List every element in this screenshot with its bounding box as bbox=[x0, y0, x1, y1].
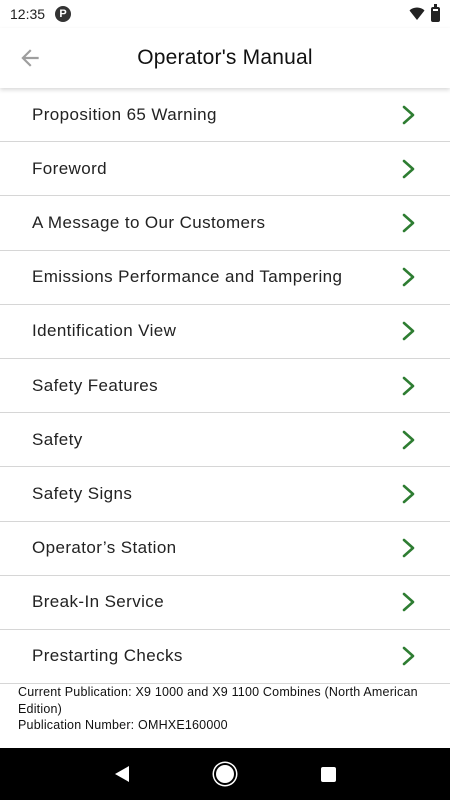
status-bar: 12:35 P bbox=[0, 0, 450, 28]
menu-item-label: Foreword bbox=[32, 158, 108, 178]
notification-app-icon: P bbox=[55, 6, 72, 22]
menu-item[interactable]: Operator’s Station bbox=[0, 521, 450, 576]
current-publication: Current Publication: X9 1000 and X9 1100… bbox=[18, 685, 418, 716]
screen: 12:35 P Operator's Manual Proposition 65… bbox=[0, 0, 450, 800]
manual-section-list: Proposition 65 Warning Foreword A Message … bbox=[0, 88, 450, 685]
menu-item[interactable]: Identification View bbox=[0, 304, 450, 359]
arrow-left-icon bbox=[21, 49, 39, 67]
menu-item[interactable]: Safety bbox=[0, 413, 450, 468]
system-nav-bar bbox=[0, 748, 450, 800]
chevron-right-icon bbox=[402, 213, 415, 233]
chevron-right-icon bbox=[402, 538, 415, 558]
nav-home-button[interactable] bbox=[205, 754, 245, 794]
menu-item[interactable]: Safety Features bbox=[0, 358, 450, 414]
menu-item-label: Safety bbox=[32, 429, 83, 449]
chevron-right-icon bbox=[402, 322, 415, 341]
chevron-right-icon bbox=[402, 430, 415, 450]
circle-home-icon bbox=[215, 765, 234, 783]
chevron-right-icon bbox=[402, 105, 415, 124]
chevron-right-icon bbox=[402, 376, 415, 395]
square-recents-icon bbox=[320, 766, 336, 782]
menu-item[interactable]: Break-In Service bbox=[0, 575, 450, 630]
menu-item-label: Emissions Performance and Tampering bbox=[32, 267, 343, 287]
nav-back-button[interactable] bbox=[102, 754, 142, 794]
menu-item[interactable]: A Message to Our Customers bbox=[0, 196, 450, 251]
status-time: 12:35 bbox=[10, 6, 46, 22]
menu-item-label: Identification View bbox=[32, 321, 177, 341]
wifi-icon bbox=[409, 7, 425, 20]
menu-item[interactable]: Prestarting Checks bbox=[0, 629, 450, 685]
chevron-right-icon bbox=[402, 159, 415, 179]
menu-item-label: Proposition 65 Warning bbox=[32, 104, 217, 124]
menu-item-label: A Message to Our Customers bbox=[32, 212, 266, 232]
menu-item-label: Break-In Service bbox=[32, 592, 165, 612]
app-bar: Operator's Manual bbox=[0, 28, 450, 88]
status-indicators bbox=[409, 3, 440, 22]
menu-item[interactable]: Emissions Performance and Tampering bbox=[0, 250, 450, 305]
menu-item-label: Prestarting Checks bbox=[32, 646, 183, 666]
menu-item[interactable]: Safety Signs bbox=[0, 467, 450, 522]
publication-number: Publication Number: OMHXE160000 bbox=[18, 718, 228, 732]
chevron-right-icon bbox=[402, 647, 415, 666]
chevron-right-icon bbox=[402, 592, 415, 612]
chevron-right-icon bbox=[402, 267, 415, 287]
menu-item[interactable]: Proposition 65 Warning bbox=[0, 88, 450, 143]
publication-info: Current Publication: X9 1000 and X9 1100… bbox=[18, 684, 438, 734]
nav-recents-button[interactable] bbox=[308, 754, 348, 794]
battery-icon bbox=[431, 3, 440, 22]
back-button[interactable] bbox=[14, 42, 46, 74]
chevron-right-icon bbox=[402, 484, 415, 504]
menu-item[interactable]: Foreword bbox=[0, 142, 450, 197]
triangle-back-icon bbox=[114, 766, 129, 782]
menu-item-label: Operator’s Station bbox=[32, 538, 177, 558]
menu-item-label: Safety Features bbox=[32, 375, 159, 395]
menu-item-label: Safety Signs bbox=[32, 483, 133, 503]
page-title: Operator's Manual bbox=[137, 46, 313, 69]
